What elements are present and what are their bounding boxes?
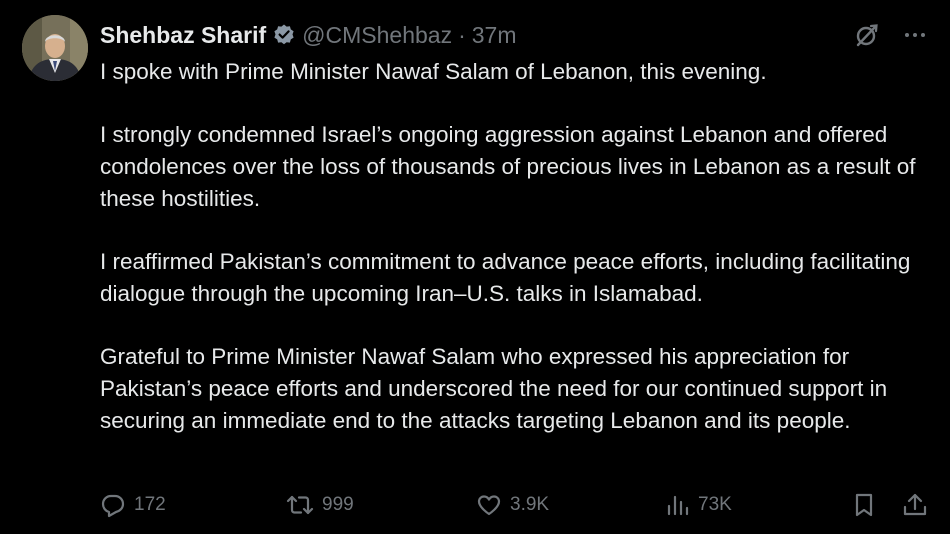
like-button[interactable]: 3.9K xyxy=(476,488,549,522)
author-handle[interactable]: @CMShehbaz xyxy=(302,22,452,49)
repost-count: 999 xyxy=(322,494,354,515)
bookmark-button[interactable] xyxy=(852,488,876,522)
reply-count: 172 xyxy=(134,494,166,515)
avatar[interactable] xyxy=(22,15,88,81)
reply-button[interactable]: 172 xyxy=(100,488,166,522)
tweet-text: I spoke with Prime Minister Nawaf Salam … xyxy=(100,56,935,437)
separator-dot: · xyxy=(458,21,466,48)
tweet-timestamp[interactable]: 37m xyxy=(472,22,517,49)
tweet-paragraph: I strongly condemned Israel’s ongoing ag… xyxy=(100,122,916,211)
tweet-card: Shehbaz Sharif @CMShehbaz · 37m I spoke … xyxy=(0,0,950,534)
repost-button[interactable]: 999 xyxy=(286,488,354,522)
views-count: 73K xyxy=(698,494,732,515)
more-icon[interactable] xyxy=(902,22,928,48)
bookmark-icon xyxy=(852,492,876,518)
like-count: 3.9K xyxy=(510,494,550,515)
like-icon xyxy=(476,492,502,518)
reply-icon xyxy=(100,492,126,518)
avatar-image xyxy=(22,15,88,81)
views-button[interactable]: 73K xyxy=(666,488,732,522)
author-display-name[interactable]: Shehbaz Sharif xyxy=(100,22,266,49)
share-button[interactable] xyxy=(902,488,928,522)
tweet-top-actions xyxy=(854,22,928,48)
tweet-action-bar: 172 999 3.9K 73K xyxy=(100,488,932,522)
tweet-header: Shehbaz Sharif @CMShehbaz · 37m xyxy=(100,20,517,50)
verified-badge-icon xyxy=(272,23,296,47)
views-icon xyxy=(666,492,690,518)
share-icon xyxy=(902,492,928,518)
tweet-paragraph: Grateful to Prime Minister Nawaf Salam w… xyxy=(100,344,888,433)
tweet-paragraph: I reaffirmed Pakistan’s commitment to ad… xyxy=(100,249,911,306)
repost-icon xyxy=(286,492,314,518)
grok-icon[interactable] xyxy=(854,22,880,48)
tweet-paragraph: I spoke with Prime Minister Nawaf Salam … xyxy=(100,59,767,84)
